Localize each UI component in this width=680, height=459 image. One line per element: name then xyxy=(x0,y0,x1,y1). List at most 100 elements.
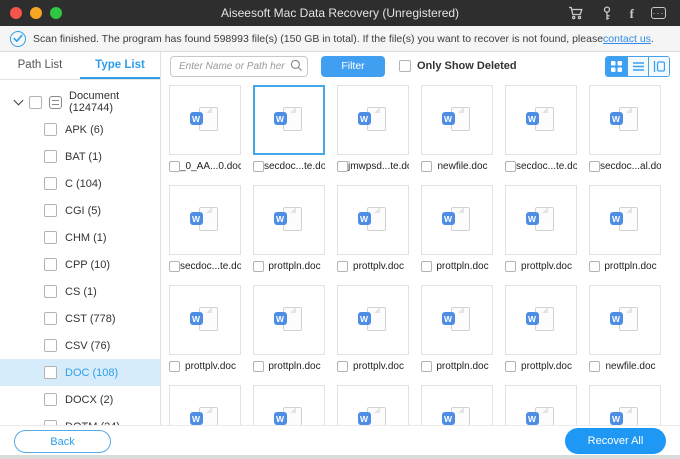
tab-path-list[interactable]: Path List xyxy=(0,52,80,79)
feedback-bubble-icon[interactable] xyxy=(651,7,666,19)
file-tile[interactable] xyxy=(505,185,577,255)
titlebar: Aiseesoft Mac Data Recovery (Unregistere… xyxy=(0,0,680,26)
file-tile[interactable] xyxy=(337,85,409,155)
document-checkbox[interactable] xyxy=(29,95,42,109)
tree-item-bat[interactable]: BAT (1) xyxy=(0,143,160,170)
file-checkbox[interactable] xyxy=(169,261,180,272)
doc-checkbox[interactable] xyxy=(44,366,57,379)
file-tile[interactable] xyxy=(169,85,241,155)
tree-item-dotm[interactable]: DOTM (24) xyxy=(0,413,160,425)
tree-item-cgi[interactable]: CGI (5) xyxy=(0,197,160,224)
chevron-down-icon[interactable] xyxy=(13,95,24,105)
file-checkbox[interactable] xyxy=(337,161,348,172)
csv-checkbox[interactable] xyxy=(44,339,57,352)
tree-item-csv[interactable]: CSV (76) xyxy=(0,332,160,359)
tree-item-apk[interactable]: APK (6) xyxy=(0,116,160,143)
list-view-button[interactable] xyxy=(627,56,648,76)
cgi-checkbox[interactable] xyxy=(44,204,57,217)
file-cell: secdoc...te.doc xyxy=(169,185,241,275)
file-checkbox[interactable] xyxy=(337,261,348,272)
tree-item-c[interactable]: C (104) xyxy=(0,170,160,197)
cpp-checkbox[interactable] xyxy=(44,258,57,271)
file-tile[interactable] xyxy=(505,85,577,155)
docx-checkbox[interactable] xyxy=(44,393,57,406)
file-cell xyxy=(505,385,577,425)
file-tile[interactable] xyxy=(421,385,493,425)
file-type-tree: Document (124744) APK (6) BAT (1) C (104… xyxy=(0,80,160,425)
file-checkbox[interactable] xyxy=(421,361,432,372)
file-checkbox[interactable] xyxy=(589,161,600,172)
file-checkbox[interactable] xyxy=(589,261,600,272)
file-tile[interactable] xyxy=(589,185,661,255)
file-cell: secdoc...te.doc xyxy=(505,85,577,175)
word-doc-icon xyxy=(189,207,221,233)
file-tile[interactable] xyxy=(253,285,325,355)
bat-checkbox[interactable] xyxy=(44,150,57,163)
key-icon[interactable] xyxy=(601,5,613,21)
file-tile[interactable] xyxy=(505,385,577,425)
file-tile[interactable] xyxy=(253,185,325,255)
file-tile[interactable] xyxy=(337,185,409,255)
file-tile[interactable] xyxy=(421,185,493,255)
file-tile[interactable] xyxy=(589,385,661,425)
only-show-deleted-checkbox[interactable] xyxy=(399,60,411,72)
cs-checkbox[interactable] xyxy=(44,285,57,298)
file-checkbox[interactable] xyxy=(253,161,264,172)
file-tile[interactable] xyxy=(169,285,241,355)
file-tile[interactable] xyxy=(337,285,409,355)
tree-item-label: CSV (76) xyxy=(65,339,111,352)
tree-item-doc[interactable]: DOC (108) xyxy=(0,359,160,386)
chm-checkbox[interactable] xyxy=(44,231,57,244)
cst-checkbox[interactable] xyxy=(44,312,57,325)
file-tile[interactable] xyxy=(337,385,409,425)
file-checkbox[interactable] xyxy=(337,361,348,372)
file-checkbox[interactable] xyxy=(589,361,600,372)
file-checkbox[interactable] xyxy=(421,161,432,172)
file-tile[interactable] xyxy=(505,285,577,355)
tree-item-cst[interactable]: CST (778) xyxy=(0,305,160,332)
tree-item-chm[interactable]: CHM (1) xyxy=(0,224,160,251)
word-doc-icon xyxy=(357,207,389,233)
contact-us-link[interactable]: contact us xyxy=(603,33,651,45)
column-view-button[interactable] xyxy=(648,56,669,76)
file-tile[interactable] xyxy=(421,285,493,355)
close-window-button[interactable] xyxy=(10,7,22,19)
file-cell: prottplv.doc xyxy=(505,185,577,275)
tab-type-list[interactable]: Type List xyxy=(80,52,160,79)
file-tile-selected[interactable] xyxy=(253,85,325,155)
file-tile[interactable] xyxy=(253,385,325,425)
grid-view-button[interactable] xyxy=(606,56,627,76)
minimize-window-button[interactable] xyxy=(30,7,42,19)
tree-item-label: CPP (10) xyxy=(65,258,111,271)
file-tile[interactable] xyxy=(421,85,493,155)
tree-item-label: CGI (5) xyxy=(65,204,102,217)
file-tile[interactable] xyxy=(169,385,241,425)
cart-icon[interactable] xyxy=(568,6,584,20)
file-tile[interactable] xyxy=(169,185,241,255)
back-button[interactable]: Back xyxy=(14,430,111,453)
file-checkbox[interactable] xyxy=(505,161,516,172)
tree-root-document[interactable]: Document (124744) xyxy=(0,88,160,116)
apk-checkbox[interactable] xyxy=(44,123,57,136)
file-checkbox[interactable] xyxy=(505,261,516,272)
file-checkbox[interactable] xyxy=(505,361,516,372)
file-checkbox[interactable] xyxy=(169,361,180,372)
tree-item-cs[interactable]: CS (1) xyxy=(0,278,160,305)
tree-item-docx[interactable]: DOCX (2) xyxy=(0,386,160,413)
c-checkbox[interactable] xyxy=(44,177,57,190)
file-tile[interactable] xyxy=(589,85,661,155)
file-checkbox[interactable] xyxy=(253,361,264,372)
word-doc-icon xyxy=(273,407,305,425)
only-show-deleted[interactable]: Only Show Deleted xyxy=(399,60,517,72)
facebook-icon[interactable] xyxy=(630,7,634,20)
file-tile[interactable] xyxy=(589,285,661,355)
file-name: secdoc...al.doc xyxy=(600,161,661,172)
file-checkbox[interactable] xyxy=(421,261,432,272)
file-checkbox[interactable] xyxy=(253,261,264,272)
tree-item-cpp[interactable]: CPP (10) xyxy=(0,251,160,278)
search-input[interactable] xyxy=(170,55,308,77)
filter-button[interactable]: Filter xyxy=(321,55,385,77)
zoom-window-button[interactable] xyxy=(50,7,62,19)
file-checkbox[interactable] xyxy=(169,161,180,172)
recover-all-button[interactable]: Recover All xyxy=(565,428,666,454)
